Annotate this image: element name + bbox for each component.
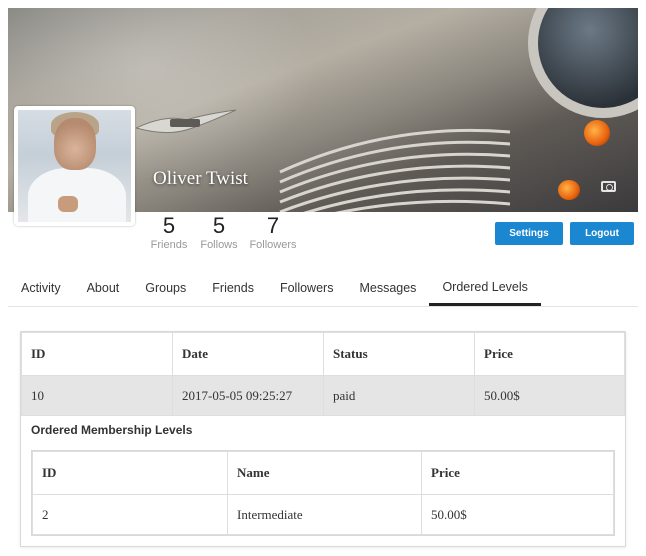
cell-price: 50.00$ [474, 375, 625, 416]
cell-status: paid [323, 375, 475, 416]
cell-date: 2017-05-05 09:25:27 [172, 375, 324, 416]
stat-followers[interactable]: 7 Followers [248, 214, 298, 252]
stat-value: 7 [266, 213, 280, 238]
cell-id: 2 [32, 494, 228, 535]
column-header-id: ID [32, 451, 228, 495]
cover-lamp [558, 180, 580, 200]
logout-button[interactable]: Logout [570, 222, 634, 245]
orders-panel: ID Date Status Price 10 2017-05-05 09:25… [20, 331, 626, 547]
stat-label: Followers [249, 239, 297, 251]
stat-follows[interactable]: 5 Follows [194, 214, 244, 252]
camera-icon[interactable] [601, 181, 616, 192]
column-header-price: Price [421, 451, 614, 495]
table-header-row: ID Name Price [32, 451, 614, 495]
table-row[interactable]: 10 2017-05-05 09:25:27 paid 50.00$ [21, 375, 625, 416]
avatar[interactable] [14, 106, 135, 226]
table-header-row: ID Date Status Price [21, 332, 625, 376]
cover-headlight [528, 8, 638, 118]
stat-label: Friends [150, 239, 188, 251]
profile-name[interactable]: Oliver Twist [153, 168, 248, 190]
levels-table: ID Name Price 2 Intermediate 50.00$ [32, 451, 614, 535]
avatar-hand [58, 196, 78, 212]
profile-tabs: Activity About Groups Friends Followers … [8, 270, 638, 307]
stat-friends[interactable]: 5 Friends [144, 214, 194, 252]
column-header-status: Status [323, 332, 475, 376]
orders-table: ID Date Status Price 10 2017-05-05 09:25… [21, 332, 625, 416]
profile-stats: 5 Friends 5 Follows 7 Followers [144, 214, 298, 252]
tab-friends[interactable]: Friends [199, 270, 267, 306]
tab-ordered-levels[interactable]: Ordered Levels [429, 270, 541, 306]
stat-label: Follows [200, 239, 238, 251]
avatar-head [54, 118, 96, 170]
column-header-name: Name [227, 451, 422, 495]
stat-value: 5 [162, 213, 176, 238]
stat-value: 5 [212, 213, 226, 238]
levels-table-wrap: ID Name Price 2 Intermediate 50.00$ [31, 450, 615, 536]
column-header-id: ID [21, 332, 173, 376]
cover-grille [279, 128, 511, 212]
tab-messages[interactable]: Messages [346, 270, 429, 306]
column-header-date: Date [172, 332, 324, 376]
cell-price: 50.00$ [421, 494, 614, 535]
cover-badge [136, 109, 236, 134]
tab-activity[interactable]: Activity [8, 270, 74, 306]
settings-button[interactable]: Settings [495, 222, 563, 245]
levels-title: Ordered Membership Levels [31, 423, 193, 437]
tab-groups[interactable]: Groups [132, 270, 199, 306]
cell-id: 10 [21, 375, 173, 416]
tab-followers[interactable]: Followers [267, 270, 347, 306]
cell-name: Intermediate [227, 494, 422, 535]
tab-about[interactable]: About [74, 270, 133, 306]
avatar-photo [18, 110, 131, 222]
column-header-price: Price [474, 332, 625, 376]
table-row[interactable]: 2 Intermediate 50.00$ [32, 494, 614, 535]
avatar-shirt [28, 168, 126, 222]
cover-lamp [584, 120, 610, 146]
